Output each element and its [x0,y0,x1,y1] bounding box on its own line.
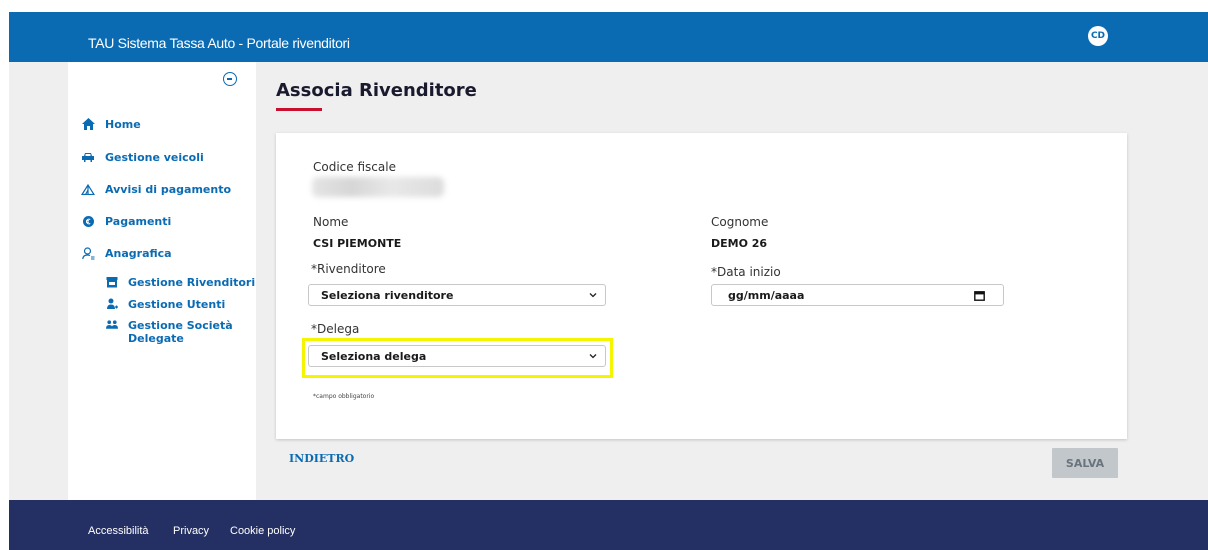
rivenditore-select[interactable]: Seleziona rivenditore [308,284,606,306]
home-icon [81,117,95,131]
footer-link-cookie-policy[interactable]: Cookie policy [230,525,295,537]
chevron-down-icon [589,354,597,359]
footer: Accessibilità Privacy Cookie policy [9,500,1208,550]
app-window: TAU Sistema Tassa Auto - Portale rivendi… [9,12,1208,550]
title-underline [276,108,322,111]
form-card: Codice fiscale Nome CSI PIEMONTE Cognome… [276,133,1127,439]
cognome-value: DEMO 26 [711,237,768,250]
chevron-down-icon [589,293,597,298]
data-inizio-input[interactable]: gg/mm/aaaa [711,284,1004,306]
sidebar-item-label: Avvisi di pagamento [105,182,232,196]
sidebar-subitem-label: Gestione Rivenditori [128,276,256,289]
store-icon [106,276,118,288]
sidebar-item-pagamenti[interactable]: Pagamenti [81,214,171,228]
page-title: Associa Rivenditore [276,80,477,101]
back-link[interactable]: INDIETRO [289,452,354,465]
delega-select[interactable]: Seleziona delega [308,345,606,367]
sidebar-subitem-label: Gestione Utenti [128,298,226,311]
delega-label: *Delega [311,322,360,336]
footer-link-privacy[interactable]: Privacy [173,525,209,537]
sidebar-item-gestione-rivenditori[interactable]: Gestione Rivenditori [106,276,255,289]
codice-fiscale-label: Codice fiscale [313,160,396,174]
nome-value: CSI PIEMONTE [313,237,402,250]
user-add-icon [106,298,118,310]
sidebar-item-label: Anagrafica [105,246,172,260]
top-header: TAU Sistema Tassa Auto - Portale rivendi… [9,12,1208,62]
car-icon [81,150,95,164]
sidebar-item-home[interactable]: Home [81,117,141,131]
footer-link-accessibilita[interactable]: Accessibilità [88,525,149,537]
calendar-icon[interactable] [974,290,985,301]
cognome-label: Cognome [711,215,769,229]
sidebar-item-anagrafica[interactable]: Anagrafica [81,246,172,260]
save-button[interactable]: SALVA [1052,448,1118,478]
data-inizio-placeholder: gg/mm/aaaa [728,288,805,302]
required-field-note: *campo obbligatorio [313,393,375,400]
sidebar: Home Gestione veicoli Avvisi di pagament… [68,62,256,500]
rivenditore-label: *Rivenditore [311,262,386,276]
sidebar-item-label: Gestione veicoli [105,150,204,164]
sidebar-subitem-label: Gestione Società Delegate [128,319,233,345]
data-inizio-label: *Data inizio [711,265,781,279]
nome-label: Nome [313,215,349,229]
sidebar-item-label: Home [105,117,141,131]
app-title: TAU Sistema Tassa Auto - Portale rivendi… [88,35,350,51]
rivenditore-select-value: Seleziona rivenditore [321,288,454,302]
tent-icon [81,182,95,196]
people-icon [106,319,118,331]
sidebar-item-gestione-veicoli[interactable]: Gestione veicoli [81,150,204,164]
sidebar-item-label: Pagamenti [105,214,172,228]
delega-select-value: Seleziona delega [321,349,427,363]
sidebar-item-gestione-utenti[interactable]: Gestione Utenti [106,298,225,311]
codice-fiscale-value-redacted [312,177,444,197]
user-avatar[interactable]: CD [1088,26,1108,46]
sidebar-item-gestione-societa-delegate[interactable]: Gestione Società Delegate [106,319,251,345]
minus-circle-icon[interactable] [223,72,237,86]
sidebar-item-avvisi-pagamento[interactable]: Avvisi di pagamento [81,182,231,196]
user-icon [81,246,95,260]
euro-coin-icon [81,214,95,228]
